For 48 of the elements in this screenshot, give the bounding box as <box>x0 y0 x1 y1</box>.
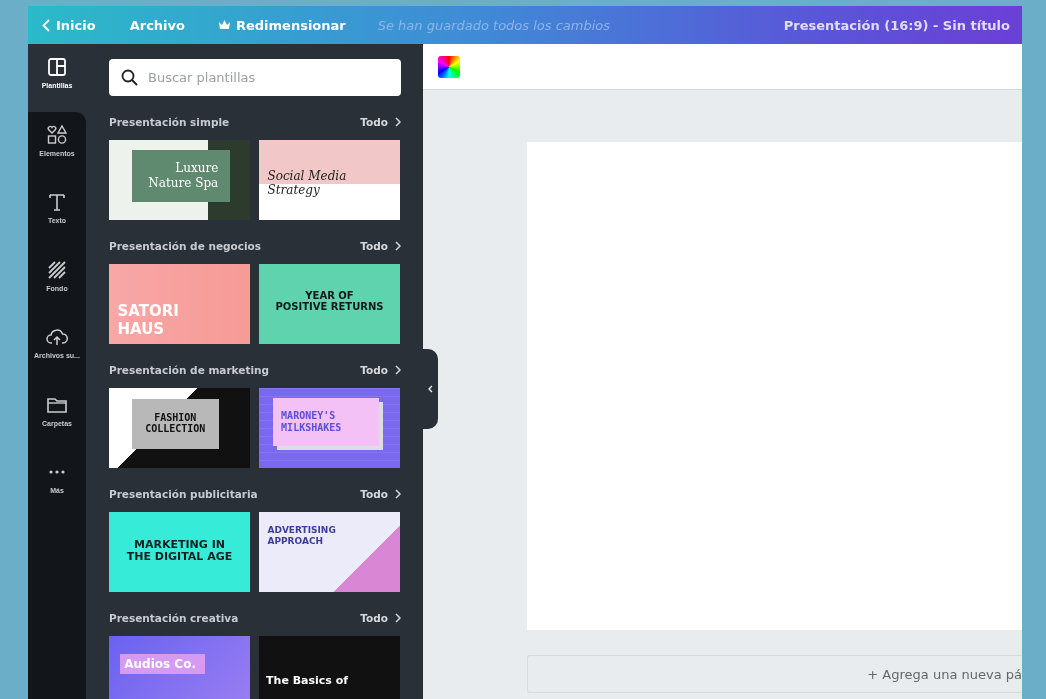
template-title: SATORI HAUS <box>117 301 179 338</box>
search-field[interactable]: Buscar plantillas <box>109 59 401 96</box>
cloud-upload-icon <box>46 326 68 348</box>
shapes-icon <box>46 123 68 146</box>
color-palette-icon[interactable] <box>438 55 460 78</box>
collapse-panel-handle[interactable] <box>423 349 438 429</box>
chevron-right-icon <box>395 613 401 623</box>
see-all-link[interactable]: Todo <box>360 364 401 376</box>
template-title: Audios Co. <box>120 653 205 674</box>
template-thumbnail[interactable]: Social Media Strategy <box>259 140 400 220</box>
section-title: Presentación de marketing <box>109 364 270 376</box>
stripes-icon <box>46 258 68 281</box>
see-all-link[interactable]: Todo <box>360 240 401 252</box>
see-all-link[interactable]: Todo <box>360 488 401 500</box>
document-title[interactable]: Presentación (16:9) - Sin título <box>783 17 1010 33</box>
section-title: Presentación creativa <box>109 612 239 624</box>
chevron-left-icon <box>428 385 433 393</box>
template-title: MARKETING IN THE DIGITAL AGE <box>125 539 234 564</box>
template-title: Luxure Nature Spa <box>131 149 231 202</box>
save-status: Se han guardado todos los cambios <box>377 17 611 33</box>
section-title: Presentación publicitaria <box>109 488 258 500</box>
search-icon <box>121 69 138 86</box>
more-icon <box>49 470 65 474</box>
template-title: Social Media Strategy <box>267 168 347 198</box>
template-thumbnail[interactable]: FASHION COLLECTION <box>109 388 250 468</box>
see-all-link[interactable]: Todo <box>360 612 401 624</box>
template-thumbnail[interactable]: ADVERTISING APPROACH <box>259 512 400 592</box>
section-title: Presentación simple <box>109 116 230 128</box>
chevron-right-icon <box>395 241 401 251</box>
template-thumbnail[interactable]: YEAR OF POSITIVE RETURNS <box>259 264 400 344</box>
template-thumbnail[interactable]: MARONEY'S MILKSHAKES <box>259 388 400 468</box>
template-thumbnail[interactable]: MARKETING IN THE DIGITAL AGE <box>109 512 250 592</box>
chevron-right-icon <box>395 117 401 127</box>
crown-icon <box>218 20 230 30</box>
letter-t-icon <box>46 191 68 213</box>
layout-icon <box>46 56 68 78</box>
template-title: FASHION COLLECTION <box>131 399 219 449</box>
chevron-right-icon <box>395 365 401 375</box>
template-thumbnail[interactable]: Luxure Nature Spa <box>109 140 250 220</box>
template-title: ADVERTISING APPROACH <box>267 524 336 547</box>
add-page-button[interactable]: + Agrega una nueva pá <box>527 655 1022 693</box>
template-title: YEAR OF POSITIVE RETURNS <box>274 291 385 313</box>
chevron-left-icon <box>42 18 50 32</box>
section-title: Presentación de negocios <box>109 240 262 252</box>
template-title: The Basics of <box>266 674 349 688</box>
template-thumbnail[interactable]: The Basics of <box>259 636 400 699</box>
see-all-link[interactable]: Todo <box>360 116 401 128</box>
chevron-right-icon <box>395 489 401 499</box>
